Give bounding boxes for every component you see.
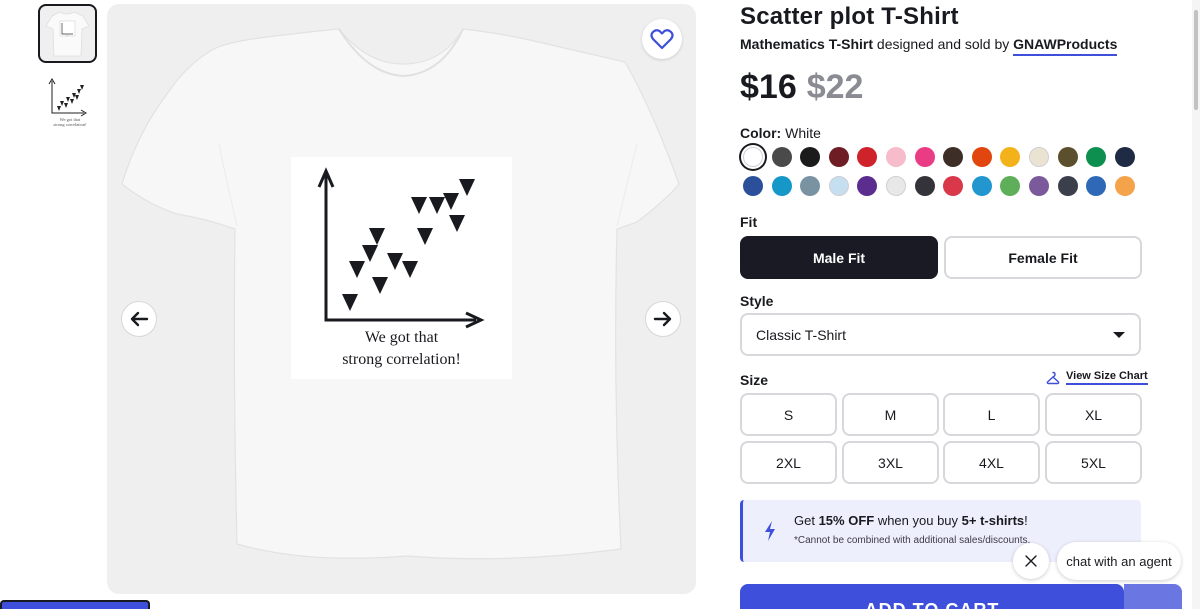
- color-label: Color: White: [740, 125, 821, 141]
- color-swatch[interactable]: [1000, 147, 1021, 167]
- size-option-m[interactable]: M: [842, 393, 939, 436]
- chat-close-button[interactable]: [1013, 543, 1049, 579]
- color-swatch[interactable]: [943, 147, 964, 167]
- color-swatch[interactable]: [943, 176, 964, 196]
- size-option-l[interactable]: L: [943, 393, 1040, 436]
- svg-text:strong correlation!: strong correlation!: [53, 122, 87, 127]
- design-text-line2: strong correlation!: [342, 351, 461, 368]
- color-swatch[interactable]: [1086, 147, 1107, 167]
- fit-option-male[interactable]: Male Fit: [740, 236, 938, 279]
- color-swatch[interactable]: [886, 176, 906, 196]
- product-category-link[interactable]: Mathematics T-Shirt: [740, 36, 873, 52]
- color-selected-value: White: [785, 125, 821, 141]
- color-swatch[interactable]: [886, 147, 906, 167]
- bottom-left-button[interactable]: [0, 600, 150, 609]
- color-swatch[interactable]: [857, 147, 878, 167]
- view-size-chart-text: View Size Chart: [1066, 370, 1148, 385]
- lightning-icon: [765, 521, 775, 541]
- promo-get: Get: [794, 513, 819, 528]
- color-swatch[interactable]: [771, 176, 792, 196]
- style-label: Style: [740, 293, 774, 309]
- chat-with-agent-button[interactable]: chat with an agent: [1057, 542, 1181, 580]
- color-swatch[interactable]: [800, 147, 821, 167]
- color-swatch[interactable]: [743, 147, 763, 167]
- color-swatch[interactable]: [914, 147, 935, 167]
- color-swatch[interactable]: [914, 176, 935, 196]
- cart-side-button[interactable]: [1124, 584, 1182, 609]
- color-swatch[interactable]: [1057, 176, 1078, 196]
- designed-by-text: designed and sold by: [873, 36, 1014, 52]
- promo-text: Get 15% OFF when you buy 5+ t-shirts!: [794, 513, 1028, 528]
- design-text-line1: We got that: [364, 329, 439, 346]
- promo-note: *Cannot be combined with additional sale…: [794, 535, 1031, 546]
- design-artwork: We got that strong correlation!: [291, 157, 512, 379]
- previous-image-button[interactable]: [121, 301, 157, 337]
- price: $16 $22: [740, 68, 863, 107]
- color-swatch[interactable]: [828, 176, 849, 196]
- size-option-5xl[interactable]: 5XL: [1045, 441, 1142, 484]
- product-title: Scatter plot T-Shirt: [740, 3, 959, 30]
- color-swatch[interactable]: [1086, 176, 1107, 196]
- thumbnail-strip: ~~~ We got that strong correlation!: [38, 4, 97, 138]
- size-label: Size: [740, 372, 769, 388]
- product-subtitle: Mathematics T-Shirt designed and sold by…: [740, 36, 1118, 56]
- style-selected-value: Classic T-Shirt: [756, 326, 846, 343]
- promo-middle: when you buy: [874, 513, 962, 528]
- color-swatch[interactable]: [971, 176, 992, 196]
- color-swatch[interactable]: [1029, 176, 1049, 196]
- style-select[interactable]: Classic T-Shirt: [740, 313, 1141, 356]
- original-price: $22: [806, 68, 864, 106]
- size-option-4xl[interactable]: 4XL: [943, 441, 1040, 484]
- color-swatch[interactable]: [1029, 147, 1049, 167]
- view-size-chart-link[interactable]: View Size Chart: [1046, 370, 1148, 385]
- color-swatch[interactable]: [1057, 147, 1078, 167]
- fit-option-female[interactable]: Female Fit: [944, 236, 1142, 279]
- color-swatch[interactable]: [1000, 176, 1021, 196]
- thumbnail-tshirt[interactable]: ~~~: [38, 4, 97, 63]
- thumbnail-design[interactable]: We got that strong correlation!: [38, 71, 97, 130]
- size-option-3xl[interactable]: 3XL: [842, 441, 939, 484]
- color-label-text: Color:: [740, 125, 782, 141]
- hanger-icon: [1046, 371, 1060, 384]
- promo-end: !: [1024, 513, 1028, 528]
- heart-icon: [650, 29, 674, 50]
- next-image-button[interactable]: [645, 301, 681, 337]
- add-to-cart-button[interactable]: ADD TO CART: [740, 584, 1124, 609]
- color-swatch[interactable]: [1114, 176, 1135, 196]
- size-option-s[interactable]: S: [740, 393, 837, 436]
- arrow-right-icon: [653, 311, 672, 327]
- arrow-left-icon: [130, 311, 149, 327]
- scrollbar-thumb[interactable]: [1194, 10, 1198, 110]
- size-option-2xl[interactable]: 2XL: [740, 441, 837, 484]
- product-image: We got that strong correlation!: [107, 4, 696, 594]
- color-swatch[interactable]: [800, 176, 821, 196]
- color-swatch[interactable]: [971, 147, 992, 167]
- page-scrollbar[interactable]: [1192, 0, 1200, 609]
- close-icon: [1025, 555, 1037, 567]
- promo-qty: 5+ t-shirts: [961, 513, 1025, 528]
- color-swatch[interactable]: [1114, 147, 1135, 167]
- color-swatch[interactable]: [743, 176, 763, 196]
- fit-label: Fit: [740, 214, 758, 230]
- artist-link[interactable]: GNAWProducts: [1013, 36, 1118, 56]
- color-swatch[interactable]: [771, 147, 792, 167]
- color-swatch[interactable]: [828, 147, 849, 167]
- favorite-button[interactable]: [642, 19, 682, 59]
- color-swatch[interactable]: [857, 176, 878, 196]
- chevron-down-icon: [1113, 331, 1125, 338]
- promo-discount: 15% OFF: [818, 513, 875, 528]
- current-price: $16: [740, 68, 797, 106]
- size-option-xl[interactable]: XL: [1045, 393, 1142, 436]
